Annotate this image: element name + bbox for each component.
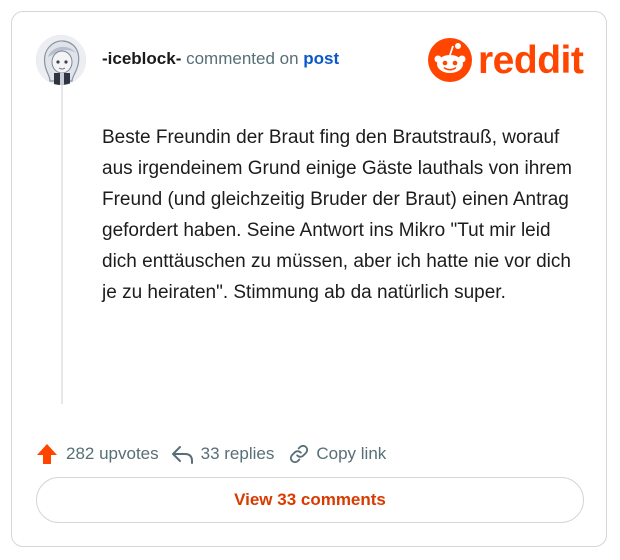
comment-header: -iceblock- commented on post (102, 49, 339, 69)
upvotes-count: 282 upvotes (66, 444, 159, 463)
view-comments-button[interactable]: View 33 comments (36, 477, 584, 523)
view-comments-label: View 33 comments (234, 490, 386, 509)
upvote-button[interactable]: 282 upvotes (36, 443, 159, 465)
link-chain-icon (290, 444, 309, 464)
reddit-snoo-icon (428, 38, 472, 82)
avatar-illustration (36, 35, 86, 85)
replies-count: 33 replies (200, 444, 275, 463)
thread-line (61, 84, 63, 404)
upvote-arrow-icon (37, 444, 57, 464)
commented-on-text: commented on (186, 49, 299, 68)
post-link[interactable]: post (303, 49, 339, 68)
copy-link-label: Copy link (316, 444, 387, 463)
user-avatar[interactable] (36, 35, 86, 85)
copy-link-button[interactable]: Copy link (288, 443, 386, 465)
reply-arrow-icon (171, 446, 193, 464)
username[interactable]: -iceblock- (102, 49, 181, 68)
comment-actions: 282 upvotes 33 replies Copy link (36, 440, 386, 468)
reddit-logo[interactable]: reddit (428, 38, 584, 82)
reddit-wordmark: reddit (478, 38, 584, 82)
comment-body: Beste Freundin der Braut fing den Brauts… (102, 127, 572, 303)
reply-button[interactable]: 33 replies (171, 443, 275, 465)
